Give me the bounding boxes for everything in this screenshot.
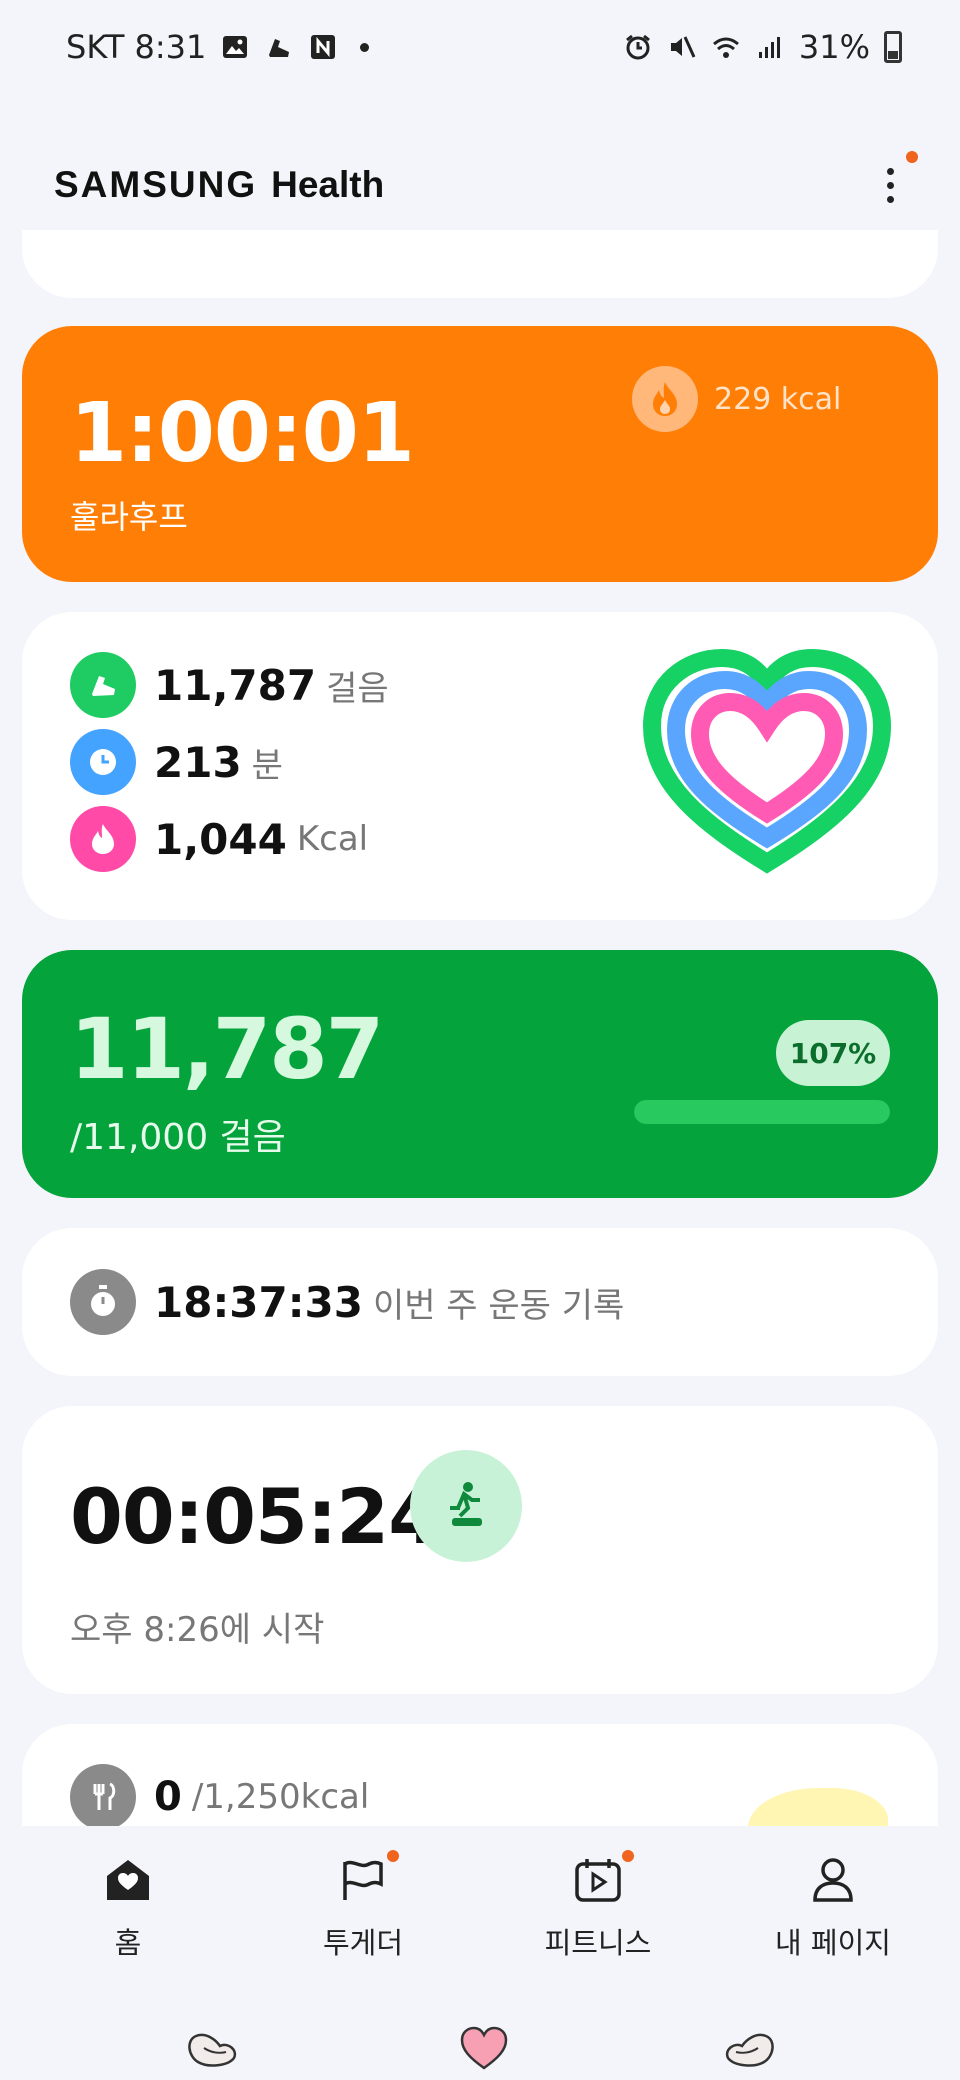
home-icon (100, 1852, 156, 1908)
alarm-icon (623, 32, 653, 62)
notification-badge (622, 1850, 634, 1862)
workout-card[interactable]: 1:00:01 훌라후프 229 kcal (22, 326, 938, 582)
workout-calories: 229 kcal (632, 366, 841, 432)
steps-unit: 걸음 (326, 668, 389, 709)
fitness-icon (570, 1850, 634, 1908)
nav-label: 투게더 (322, 1926, 404, 1960)
cycling-icon[interactable] (410, 1450, 522, 1562)
flame-icon (632, 366, 698, 432)
notification-badge (387, 1850, 399, 1862)
flag-icon (335, 1850, 399, 1908)
nav-my-page[interactable]: 내 페이지 (743, 1852, 923, 1962)
mute-icon (667, 32, 697, 62)
steps-card[interactable]: 11,787 /11,000 걸음 107% (22, 950, 938, 1198)
nav-label: 홈 (114, 1926, 142, 1960)
kcal-value: 1,044 (154, 814, 287, 864)
carrier-time: SKT 8:31 (66, 28, 207, 66)
kcal-row: 1,044 Kcal (70, 806, 368, 872)
activity-rings-heart-icon (642, 648, 892, 878)
heart-icon (460, 2026, 508, 2070)
status-left: SKT 8:31 (66, 28, 370, 66)
status-bar: SKT 8:31 31% (0, 0, 960, 94)
timer-value: 00:05:24 (70, 1472, 441, 1561)
more-options-button[interactable] (870, 151, 918, 215)
wing-right-icon (725, 2033, 774, 2067)
food-value: 0 (154, 1774, 182, 1820)
decorative-icons (188, 2026, 774, 2070)
shoe-icon (70, 652, 136, 718)
steps-count: 11,787 (70, 1000, 384, 1098)
weekly-row: 18:37:33 이번 주 운동 기록 (70, 1269, 624, 1335)
nav-fitness[interactable]: 피트니스 (508, 1850, 688, 1962)
wifi-icon (711, 32, 741, 62)
battery-icon (884, 31, 902, 63)
fork-knife-icon (70, 1764, 136, 1830)
nav-home[interactable]: 홈 (38, 1852, 218, 1962)
notification-dot (360, 42, 370, 52)
steps-progress-fill (634, 1100, 890, 1124)
more-dot (886, 181, 894, 189)
person-icon (805, 1852, 861, 1908)
battery-percent: 31% (798, 28, 870, 66)
food-goal: /1,250kcal (191, 1777, 370, 1817)
app-logo: SAMSUNG Health (54, 164, 384, 206)
kcal-unit: Kcal (296, 819, 369, 859)
wing-left-icon (188, 2033, 237, 2067)
weekly-exercise-card[interactable]: 18:37:33 이번 주 운동 기록 (22, 1228, 938, 1376)
workout-duration: 1:00:01 (70, 386, 415, 481)
weekly-time: 18:37:33 (154, 1277, 363, 1327)
shoe-icon (264, 32, 294, 62)
minutes-row: 213 분 (70, 729, 283, 795)
weekly-label: 이번 주 운동 기록 (372, 1285, 625, 1326)
brand-name: SAMSUNG (54, 164, 258, 205)
app-header: SAMSUNG Health (0, 140, 960, 230)
timer-start-time: 오후 8:26에 시작 (70, 1610, 325, 1650)
flame-icon (70, 806, 136, 872)
bottom-navigation: 홈 투게더 피트니스 내 페이지 (0, 1826, 960, 2080)
clock-icon (70, 729, 136, 795)
n-icon (308, 32, 338, 62)
steps-percent-badge: 107% (776, 1020, 890, 1086)
nav-label: 피트니스 (544, 1926, 652, 1960)
steps-row: 11,787 걸음 (70, 652, 389, 718)
notification-badge (906, 151, 918, 163)
food-row: 0 /1,250kcal (70, 1764, 369, 1830)
partial-card[interactable] (22, 230, 938, 298)
signal-icon (755, 32, 785, 62)
nav-label: 내 페이지 (775, 1926, 891, 1960)
nav-together[interactable]: 투게더 (273, 1850, 453, 1962)
calories-text: 229 kcal (714, 381, 842, 417)
status-right: 31% (623, 28, 902, 66)
brand-suffix: Health (271, 164, 385, 205)
workout-name: 훌라후프 (70, 498, 188, 536)
exercise-timer-card[interactable]: 00:05:24 오후 8:26에 시작 (22, 1406, 938, 1694)
steps-goal: /11,000 걸음 (70, 1117, 286, 1158)
steps-progress-bar (634, 1100, 890, 1124)
more-dot (886, 167, 894, 175)
steps-value: 11,787 (154, 660, 317, 710)
activity-summary-card[interactable]: 11,787 걸음 213 분 1,044 Kcal (22, 612, 938, 920)
minutes-unit: 분 (251, 745, 283, 786)
gallery-icon (220, 32, 250, 62)
minutes-value: 213 (154, 737, 242, 787)
more-dot (886, 195, 894, 203)
stopwatch-icon (70, 1269, 136, 1335)
